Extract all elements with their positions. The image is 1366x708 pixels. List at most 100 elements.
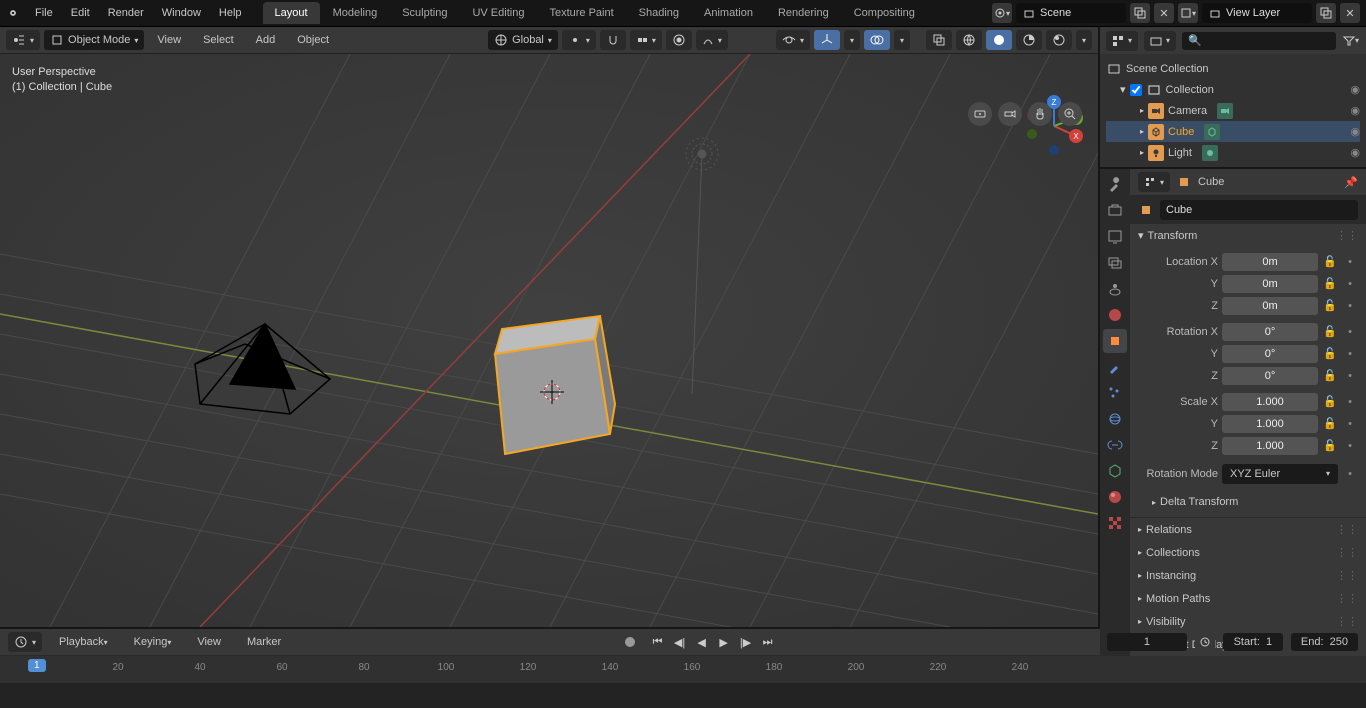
- panel-delta-transform[interactable]: ▸Delta Transform: [1138, 491, 1358, 513]
- proptab-render-icon[interactable]: [1103, 199, 1127, 223]
- proptab-world-icon[interactable]: [1103, 303, 1127, 327]
- scale-z-field[interactable]: 1.000: [1222, 437, 1318, 455]
- timeline-menu-playback[interactable]: Playback ▾: [50, 629, 117, 656]
- blender-logo-icon[interactable]: [0, 0, 26, 26]
- pivot-icon[interactable]: ▾: [562, 30, 596, 50]
- gizmo-options-icon[interactable]: ▾: [844, 30, 860, 50]
- shading-rendered-icon[interactable]: [1046, 30, 1072, 50]
- camera-view-icon[interactable]: [968, 102, 992, 126]
- tab-uvediting[interactable]: UV Editing: [460, 2, 536, 24]
- snap-to-icon[interactable]: ▾: [630, 30, 662, 50]
- tree-scene-collection[interactable]: Scene Collection: [1106, 58, 1360, 79]
- panel-instancing[interactable]: ▸Instancing⋮⋮: [1130, 564, 1366, 587]
- proportional-icon[interactable]: [666, 30, 692, 50]
- animate-icon[interactable]: •: [1342, 254, 1358, 270]
- outliner-editor-type-icon[interactable]: ▾: [1106, 31, 1138, 51]
- lock-icon[interactable]: 🔓: [1322, 368, 1338, 384]
- proptab-material-icon[interactable]: [1103, 485, 1127, 509]
- editor-type-icon[interactable]: ▾: [6, 30, 40, 50]
- tab-rendering[interactable]: Rendering: [766, 2, 841, 24]
- rotation-mode-selector[interactable]: XYZ Euler▾: [1222, 464, 1338, 484]
- rotation-x-field[interactable]: 0°: [1222, 323, 1318, 341]
- shading-solid-icon[interactable]: [986, 30, 1012, 50]
- tab-modeling[interactable]: Modeling: [321, 2, 390, 24]
- lock-icon[interactable]: 🔓: [1322, 394, 1338, 410]
- camera-data-icon[interactable]: [1217, 103, 1233, 119]
- panel-collections[interactable]: ▸Collections⋮⋮: [1130, 541, 1366, 564]
- collection-enable-checkbox[interactable]: [1130, 84, 1142, 96]
- animate-icon[interactable]: •: [1342, 298, 1358, 314]
- menu-edit[interactable]: Edit: [62, 0, 99, 27]
- animate-icon[interactable]: •: [1342, 276, 1358, 292]
- eye-icon[interactable]: ◉: [1350, 125, 1360, 138]
- menu-window[interactable]: Window: [153, 0, 210, 27]
- proptab-modifiers-icon[interactable]: [1103, 355, 1127, 379]
- visibility-icon[interactable]: ▾: [776, 30, 810, 50]
- animate-icon[interactable]: •: [1342, 368, 1358, 384]
- jump-end-icon[interactable]: ⏭: [758, 632, 778, 652]
- snap-icon[interactable]: [600, 30, 626, 50]
- tab-texturepaint[interactable]: Texture Paint: [537, 2, 625, 24]
- timeline-menu-keying[interactable]: Keying ▾: [125, 629, 181, 656]
- delete-scene-icon[interactable]: ✕: [1154, 3, 1174, 23]
- timeline-menu-marker[interactable]: Marker: [238, 629, 290, 656]
- outliner-search-input[interactable]: [1182, 32, 1336, 50]
- current-frame-field[interactable]: 1: [1107, 633, 1187, 651]
- toggle-camera-icon[interactable]: [998, 102, 1022, 126]
- lock-icon[interactable]: 🔓: [1322, 324, 1338, 340]
- viewlayer-browse-icon[interactable]: ▾: [1178, 3, 1198, 23]
- menu-file[interactable]: File: [26, 0, 62, 27]
- viewport-menu-add[interactable]: Add: [247, 27, 285, 54]
- delete-viewlayer-icon[interactable]: ✕: [1340, 3, 1360, 23]
- proptab-data-icon[interactable]: [1103, 459, 1127, 483]
- animate-icon[interactable]: •: [1342, 416, 1358, 432]
- gizmo-toggle-icon[interactable]: [814, 30, 840, 50]
- viewport-menu-view[interactable]: View: [148, 27, 190, 54]
- proptab-output-icon[interactable]: [1103, 225, 1127, 249]
- tree-item-camera[interactable]: ▸Camera◉: [1106, 100, 1360, 121]
- jump-start-icon[interactable]: ⏮: [648, 632, 668, 652]
- lock-icon[interactable]: 🔓: [1322, 416, 1338, 432]
- proptab-scene-icon[interactable]: [1103, 277, 1127, 301]
- proptab-tool-icon[interactable]: [1103, 173, 1127, 197]
- lock-icon[interactable]: 🔓: [1322, 276, 1338, 292]
- panel-transform[interactable]: ▾Transform⋮⋮: [1130, 224, 1366, 247]
- location-y-field[interactable]: 0m: [1222, 275, 1318, 293]
- mode-selector[interactable]: Object Mode▾: [44, 30, 144, 50]
- animate-icon[interactable]: •: [1342, 346, 1358, 362]
- lock-icon[interactable]: 🔓: [1322, 298, 1338, 314]
- animate-icon[interactable]: •: [1342, 394, 1358, 410]
- orientation-selector[interactable]: Global▾: [488, 30, 558, 50]
- timeline-ruler[interactable]: 1 20 40 60 80 100 120 140 160 180 200 22…: [0, 656, 1366, 683]
- play-reverse-icon[interactable]: ◀: [692, 632, 712, 652]
- scene-name-field[interactable]: Scene: [1016, 3, 1126, 23]
- start-frame-field[interactable]: Start: 1: [1223, 633, 1283, 651]
- proptab-physics-icon[interactable]: [1103, 407, 1127, 431]
- scene-browse-icon[interactable]: ▾: [992, 3, 1012, 23]
- panel-relations[interactable]: ▸Relations⋮⋮: [1130, 518, 1366, 541]
- panel-visibility[interactable]: ▸Visibility⋮⋮: [1130, 610, 1366, 633]
- playhead[interactable]: 1: [28, 659, 46, 672]
- clock-icon[interactable]: [1195, 632, 1215, 652]
- timeline-editor-type-icon[interactable]: ▾: [8, 632, 42, 652]
- location-z-field[interactable]: 0m: [1222, 297, 1318, 315]
- eye-icon[interactable]: ◉: [1350, 104, 1360, 117]
- tree-item-cube[interactable]: ▸Cube◉: [1106, 121, 1360, 142]
- outliner-displaymode-icon[interactable]: ▾: [1144, 31, 1176, 51]
- viewport-3d[interactable]: User Perspective (1) Collection | Cube X…: [0, 54, 1098, 627]
- overlays-options-icon[interactable]: ▾: [894, 30, 910, 50]
- proportional-falloff-icon[interactable]: ▾: [696, 30, 728, 50]
- viewlayer-name-field[interactable]: View Layer: [1202, 3, 1312, 23]
- proptab-constraints-icon[interactable]: [1103, 433, 1127, 457]
- keyframe-prev-icon[interactable]: ◀|: [670, 632, 690, 652]
- tab-compositing[interactable]: Compositing: [842, 2, 927, 24]
- proptab-particles-icon[interactable]: [1103, 381, 1127, 405]
- lock-icon[interactable]: 🔓: [1322, 438, 1338, 454]
- mesh-data-icon[interactable]: [1204, 124, 1220, 140]
- shading-matprev-icon[interactable]: [1016, 30, 1042, 50]
- zoom-icon[interactable]: [1058, 102, 1082, 126]
- tree-collection[interactable]: ▾Collection◉: [1106, 79, 1360, 100]
- viewport-menu-select[interactable]: Select: [194, 27, 243, 54]
- keyframe-next-icon[interactable]: |▶: [736, 632, 756, 652]
- shading-options-icon[interactable]: ▾: [1076, 30, 1092, 50]
